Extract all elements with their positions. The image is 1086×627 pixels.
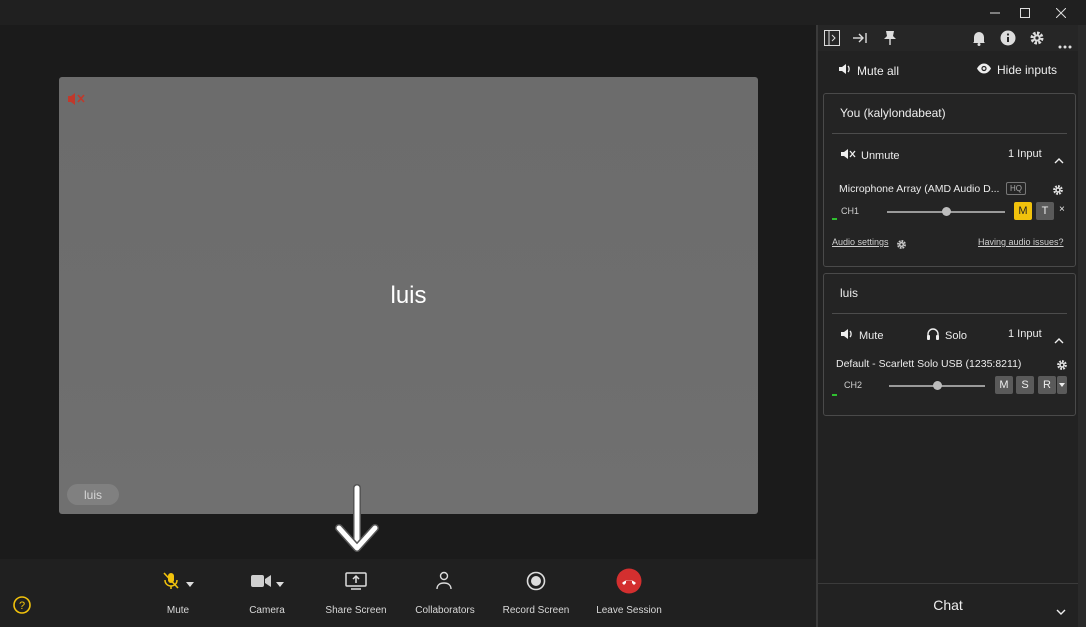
chevron-up-icon[interactable] — [1054, 151, 1064, 169]
slider-knob[interactable] — [941, 207, 951, 216]
gear-icon[interactable] — [1029, 30, 1045, 51]
share-screen-icon — [345, 571, 367, 595]
input-count: 1 Input — [1008, 328, 1042, 340]
solo-button[interactable]: Solo — [926, 328, 967, 343]
maximize-icon[interactable] — [1010, 0, 1040, 25]
unmute-label: Unmute — [861, 149, 900, 162]
bell-icon[interactable] — [972, 30, 986, 51]
audio-settings-link[interactable]: Audio settings — [832, 237, 889, 247]
participant-name-badge: luis — [67, 484, 119, 505]
mute-all-button[interactable]: Mute all — [838, 63, 899, 78]
chevron-down-icon[interactable] — [275, 574, 284, 592]
device-settings-gear-icon[interactable] — [1056, 358, 1068, 376]
level-meter — [832, 218, 837, 220]
record-screen-button[interactable]: Record Screen — [491, 569, 581, 616]
hide-inputs-label: Hide inputs — [997, 63, 1058, 77]
channel-label: CH1 — [841, 206, 860, 216]
collaborators-button[interactable]: Collaborators — [400, 569, 490, 616]
participant-video-tile[interactable]: luis luis — [59, 77, 758, 514]
eye-icon — [976, 63, 992, 77]
remote-participant-card: luis Mute Solo 1 Input Default - Scarlet… — [823, 273, 1076, 416]
chat-label: Chat — [933, 597, 963, 613]
more-options-icon[interactable] — [1058, 36, 1072, 54]
solo-channel-button[interactable]: S — [1016, 376, 1034, 394]
muted-mic-icon — [162, 571, 180, 596]
pin-icon[interactable] — [883, 30, 897, 51]
audio-issues-link[interactable]: Having audio issues? — [978, 237, 1064, 247]
leave-session-button[interactable]: Leave Session — [584, 568, 674, 616]
volume-slider[interactable] — [889, 381, 985, 390]
headphones-icon — [926, 328, 940, 343]
solo-label: Solo — [945, 329, 968, 342]
collaborators-icon — [435, 571, 455, 596]
record-channel-button[interactable]: R — [1038, 376, 1056, 394]
collaborators-label: Collaborators — [415, 605, 475, 616]
remove-input-button[interactable]: × — [1059, 204, 1065, 215]
record-icon — [526, 571, 546, 596]
remote-mute-button[interactable]: Mute — [840, 328, 883, 343]
chat-panel-toggle[interactable]: Chat — [818, 584, 1078, 627]
share-screen-button[interactable]: Share Screen — [311, 569, 401, 616]
audio-settings-gear-icon[interactable] — [896, 237, 907, 255]
local-participant-name: You (kalylondabeat) — [840, 106, 946, 120]
remote-participant-name: luis — [840, 286, 859, 300]
toggle-panel-icon[interactable] — [824, 30, 840, 51]
hq-badge[interactable]: HQ — [1006, 182, 1026, 195]
camera-label: Camera — [249, 605, 285, 616]
chevron-down-icon[interactable] — [1056, 602, 1066, 620]
sidebar-toolbar — [818, 25, 1078, 51]
down-arrow-annotation — [333, 484, 381, 559]
session-toolbar: ? Mute Camera Share Screen Collaborators… — [0, 559, 816, 627]
sidebar-scrollbar[interactable] — [1078, 25, 1086, 627]
volume-slider[interactable] — [887, 207, 1005, 216]
close-icon[interactable] — [1046, 0, 1076, 25]
chevron-down-icon[interactable] — [186, 574, 194, 592]
collapse-right-icon[interactable] — [852, 30, 868, 51]
camera-icon — [250, 574, 271, 593]
hide-inputs-button[interactable]: Hide inputs — [976, 63, 1057, 77]
channel-label: CH2 — [844, 380, 863, 390]
channel-options-dropdown[interactable] — [1057, 376, 1067, 394]
hang-up-icon — [616, 568, 642, 599]
card-divider — [832, 133, 1067, 134]
device-settings-gear-icon[interactable] — [1052, 183, 1064, 201]
speaker-icon — [840, 328, 854, 343]
muted-speaker-icon — [840, 148, 856, 163]
camera-button[interactable]: Camera — [222, 569, 312, 616]
svg-text:?: ? — [19, 600, 25, 612]
chevron-up-icon[interactable] — [1054, 331, 1064, 349]
talk-button[interactable]: T — [1036, 202, 1054, 220]
remote-mute-label: Mute — [859, 329, 884, 342]
participants-sidebar: Mute all Hide inputs You (kalylondabeat)… — [818, 25, 1078, 627]
participant-name: luis — [390, 282, 427, 309]
local-participant-card: You (kalylondabeat) Unmute 1 Input Micro… — [823, 93, 1076, 267]
card-divider — [832, 313, 1067, 314]
share-screen-label: Share Screen — [325, 605, 387, 616]
slider-knob[interactable] — [932, 381, 942, 390]
mute-channel-button[interactable]: M — [1014, 202, 1032, 220]
level-meter — [832, 394, 837, 396]
input-device-name: Default - Scarlett Solo USB (1235:8211) — [836, 358, 1022, 370]
speaker-icon — [838, 63, 852, 78]
mute-all-label: Mute all — [857, 63, 900, 78]
info-icon[interactable] — [1000, 30, 1016, 51]
record-screen-label: Record Screen — [502, 605, 570, 616]
leave-session-label: Leave Session — [596, 605, 662, 616]
mute-label: Mute — [166, 605, 190, 616]
help-icon[interactable]: ? — [13, 596, 31, 619]
muted-speaker-icon — [67, 91, 85, 112]
unmute-button[interactable]: Unmute — [840, 148, 900, 163]
input-device-name: Microphone Array (AMD Audio D... — [839, 183, 1000, 195]
title-bar — [0, 0, 1086, 25]
input-count: 1 Input — [1008, 148, 1042, 160]
mute-channel-button[interactable]: M — [995, 376, 1013, 394]
mute-button[interactable]: Mute — [133, 569, 223, 616]
video-stage: luis luis — [0, 25, 816, 559]
minimize-icon[interactable] — [980, 0, 1010, 25]
